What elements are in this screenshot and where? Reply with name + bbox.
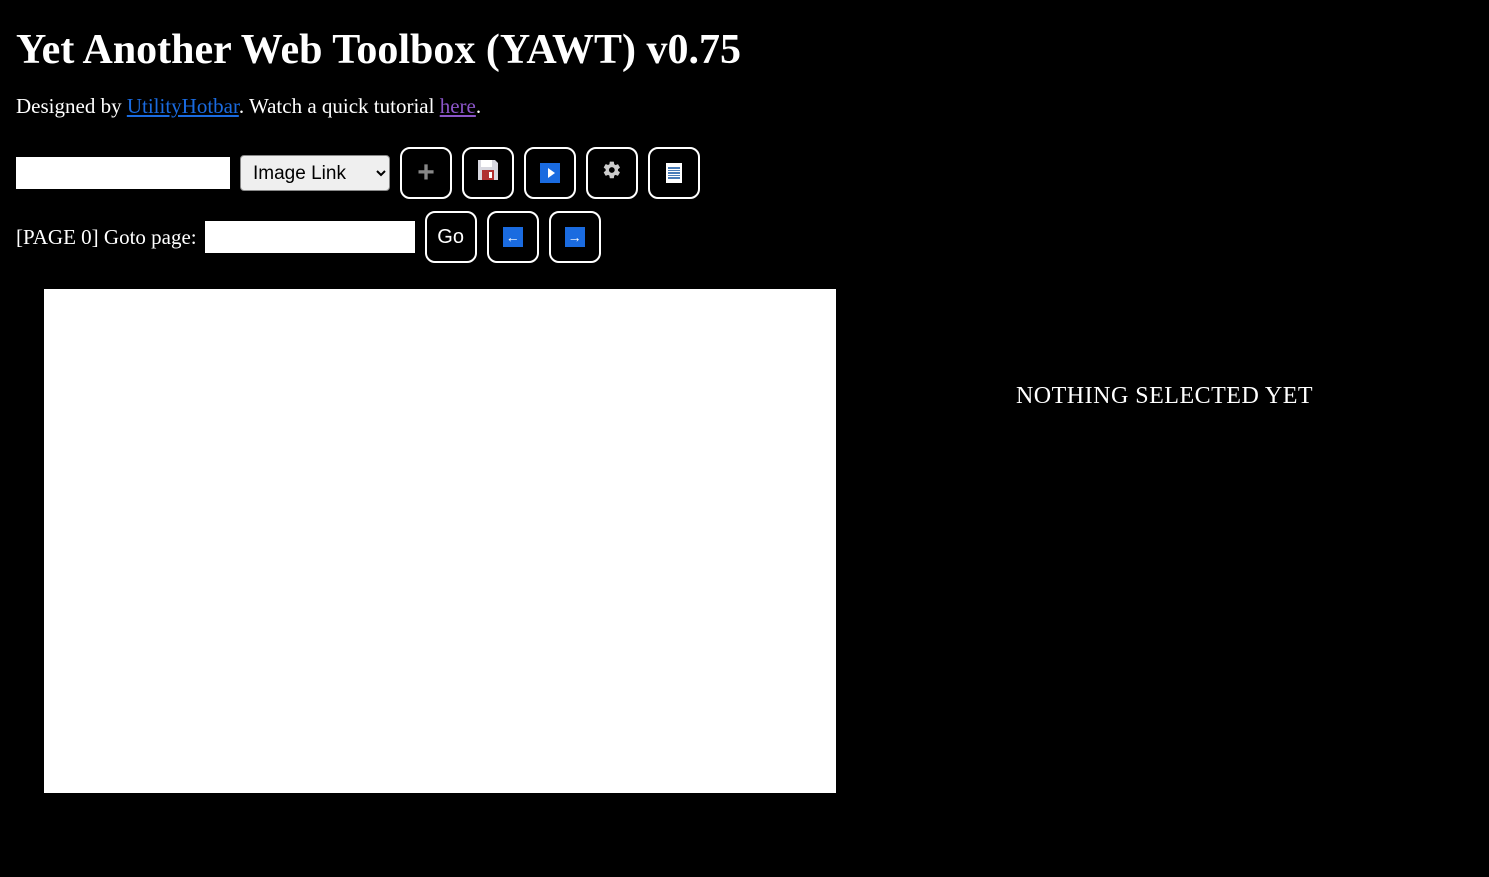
main-area: NOTHING SELECTED YET xyxy=(16,289,1473,793)
canvas-area[interactable] xyxy=(44,289,836,793)
subtitle-middle: . Watch a quick tutorial xyxy=(239,94,440,118)
page-number: 0 xyxy=(81,225,92,249)
go-button[interactable]: Go xyxy=(425,211,477,263)
author-link[interactable]: UtilityHotbar xyxy=(127,94,239,118)
next-page-button[interactable]: → xyxy=(549,211,601,263)
goto-page-input[interactable] xyxy=(205,221,415,253)
subtitle: Designed by UtilityHotbar. Watch a quick… xyxy=(16,94,1473,119)
save-button[interactable] xyxy=(462,147,514,199)
page-prefix: [PAGE xyxy=(16,225,81,249)
tutorial-link[interactable]: here xyxy=(440,94,476,118)
page-indicator-group: [PAGE 0] Goto page: xyxy=(16,221,415,253)
play-icon xyxy=(540,163,560,183)
document-icon xyxy=(666,163,682,183)
play-button[interactable] xyxy=(524,147,576,199)
plus-icon: + xyxy=(417,158,435,188)
toolbar-row-2: [PAGE 0] Goto page: Go ← → xyxy=(16,211,1473,263)
selection-panel: NOTHING SELECTED YET xyxy=(856,289,1473,410)
toolbar-row-1: Image Link + xyxy=(16,147,1473,199)
prev-page-button[interactable]: ← xyxy=(487,211,539,263)
page-indicator: [PAGE 0] Goto page: xyxy=(16,225,197,250)
designed-prefix: Designed by xyxy=(16,94,127,118)
add-button[interactable]: + xyxy=(400,147,452,199)
subtitle-suffix: . xyxy=(476,94,481,118)
floppy-disk-icon xyxy=(478,160,498,186)
url-input[interactable] xyxy=(16,157,230,189)
type-select[interactable]: Image Link xyxy=(240,155,390,191)
page-suffix: ] Goto page: xyxy=(92,225,197,249)
document-button[interactable] xyxy=(648,147,700,199)
gear-icon xyxy=(602,160,622,186)
arrow-right-icon: → xyxy=(565,227,585,247)
arrow-left-icon: ← xyxy=(503,227,523,247)
settings-button[interactable] xyxy=(586,147,638,199)
page-title: Yet Another Web Toolbox (YAWT) v0.75 xyxy=(16,26,1473,74)
empty-selection-message: NOTHING SELECTED YET xyxy=(1016,383,1313,409)
